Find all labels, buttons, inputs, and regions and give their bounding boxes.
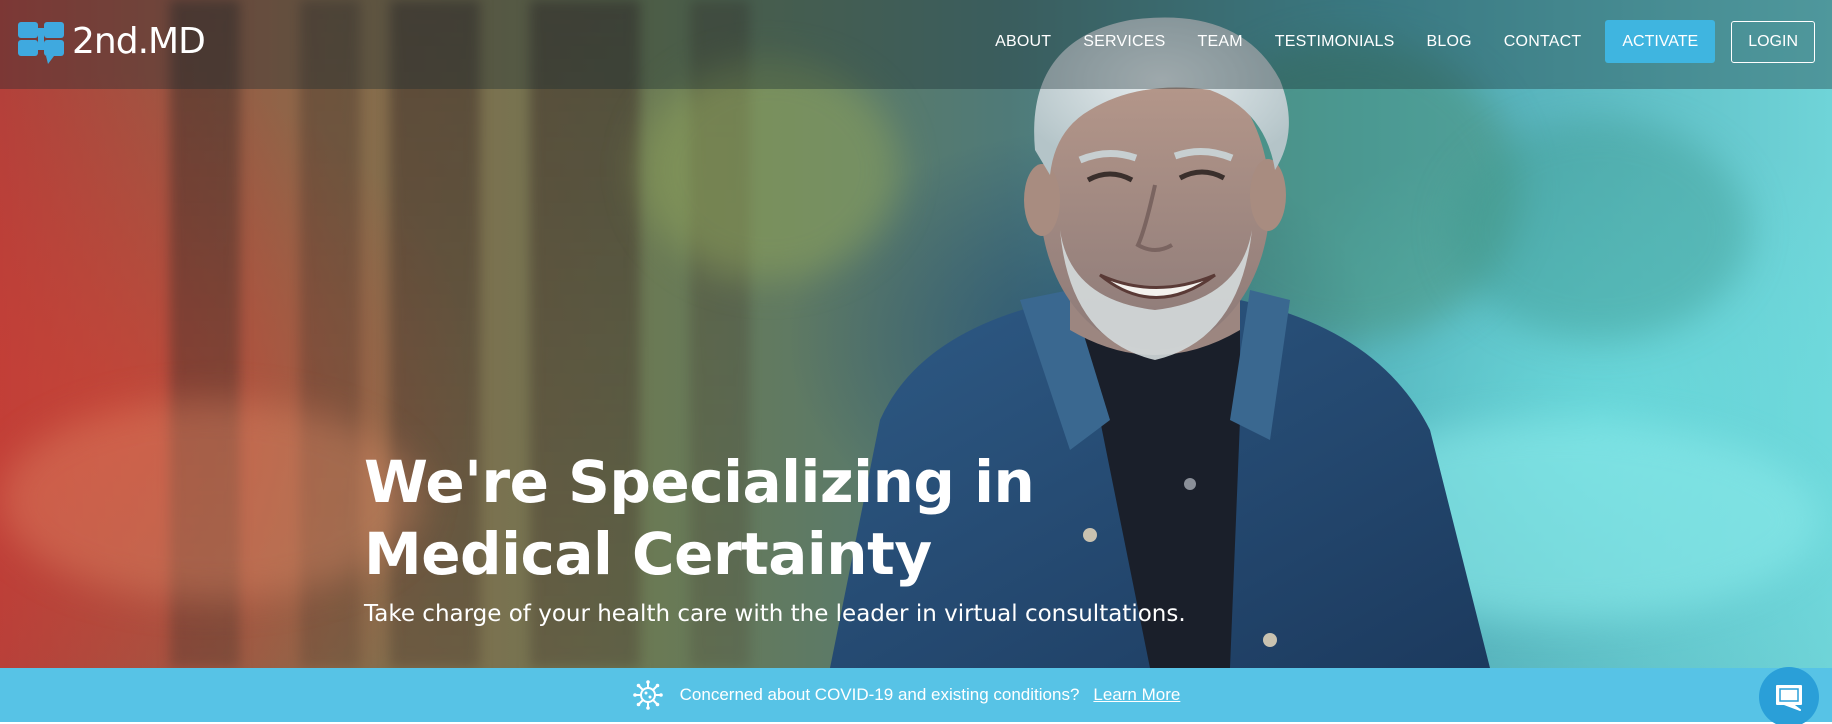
foliage (1450, 120, 1750, 340)
nav-blog[interactable]: BLOG (1427, 33, 1472, 51)
chat-button[interactable] (1759, 667, 1819, 724)
logo[interactable]: 2nd.MD (18, 18, 206, 64)
activate-button[interactable]: ACTIVATE (1605, 20, 1716, 63)
landing-page: 2nd.MD ABOUT SERVICES TEAM TESTIMONIALS … (0, 0, 1832, 724)
logo-cross-icon (18, 22, 64, 64)
covid-banner-text: Concerned about COVID-19 and existing co… (679, 685, 1080, 704)
hero-subtitle: Take charge of your health care with the… (364, 601, 1186, 627)
nav-team[interactable]: TEAM (1198, 33, 1243, 51)
site-header: 2nd.MD ABOUT SERVICES TEAM TESTIMONIALS … (0, 0, 1832, 89)
login-button[interactable]: LOGIN (1731, 20, 1815, 63)
logo-text: 2nd.MD (72, 20, 206, 62)
main-nav: ABOUT SERVICES TEAM TESTIMONIALS BLOG CO… (995, 20, 1815, 63)
virus-icon (632, 680, 663, 710)
hero-title: We're Specializing in Medical Certainty (364, 446, 1264, 590)
nav-contact[interactable]: CONTACT (1504, 33, 1582, 51)
nav-about[interactable]: ABOUT (995, 33, 1051, 51)
sunlight-patch (0, 400, 420, 600)
nav-services[interactable]: SERVICES (1083, 33, 1165, 51)
covid-banner: Concerned about COVID-19 and existing co… (0, 668, 1832, 722)
hero-title-line-2: Medical Certainty (364, 520, 932, 588)
chat-icon (1776, 685, 1802, 711)
nav-testimonials[interactable]: TESTIMONIALS (1275, 33, 1395, 51)
hero-title-line-1: We're Specializing in (364, 448, 1035, 516)
learn-more-link[interactable]: Learn More (1093, 685, 1180, 705)
